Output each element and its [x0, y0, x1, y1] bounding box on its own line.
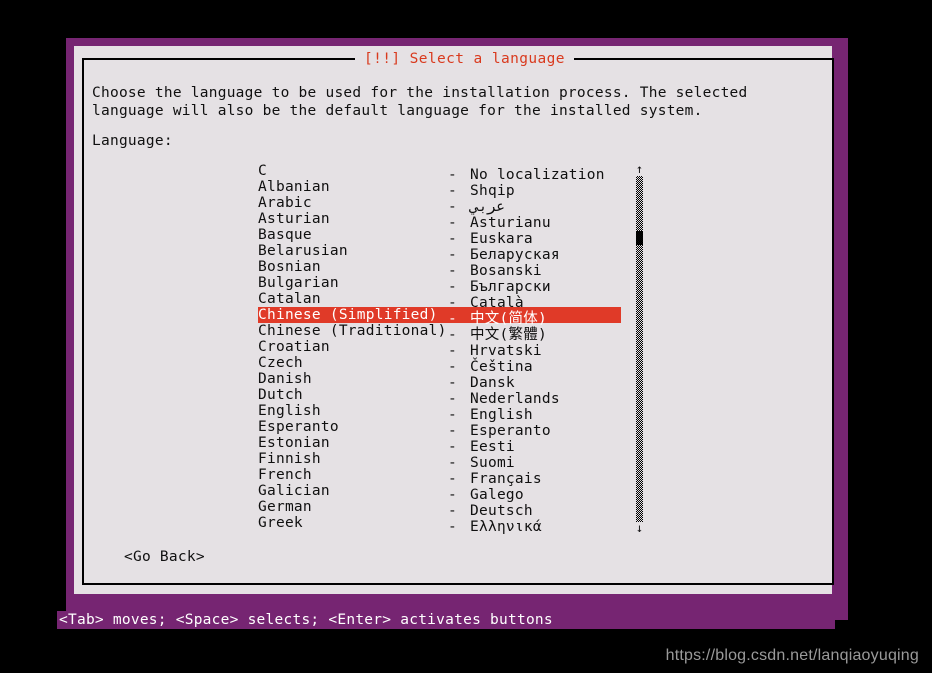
language-list-item[interactable]: Chinese (Simplified) - 中文(简体): [258, 307, 621, 327]
language-separator: -: [448, 519, 457, 535]
language-list-item[interactable]: French - Français: [258, 467, 626, 487]
language-list-item[interactable]: Catalan - Català: [258, 291, 626, 311]
language-name-english: Chinese (Simplified): [258, 307, 438, 323]
language-name-english: Bulgarian: [258, 275, 339, 291]
language-list-scrollbar[interactable]: ↑ ↓: [634, 163, 645, 535]
language-name-english: Bosnian: [258, 259, 321, 275]
watermark-url: https://blog.csdn.net/lanqiaoyuqing: [665, 647, 919, 664]
language-name-english: German: [258, 499, 312, 515]
language-field-label: Language:: [92, 133, 173, 149]
language-name-english: Dutch: [258, 387, 303, 403]
language-name-english: Estonian: [258, 435, 330, 451]
language-list-item[interactable]: Arabic - عربي: [258, 195, 626, 215]
language-name-english: Croatian: [258, 339, 330, 355]
language-list-item[interactable]: Greek - Ελληνικά: [258, 515, 626, 535]
language-name-english: Greek: [258, 515, 303, 531]
language-name-english: Belarusian: [258, 243, 348, 259]
dialog-description: Choose the language to be used for the i…: [92, 85, 757, 119]
language-list-item[interactable]: Belarusian - Беларуская: [258, 243, 626, 263]
language-list-item[interactable]: Albanian - Shqip: [258, 179, 626, 199]
language-name-english: English: [258, 403, 321, 419]
language-list-item[interactable]: Danish - Dansk: [258, 371, 626, 391]
scroll-down-arrow-icon[interactable]: ↓: [634, 522, 645, 535]
scrollbar-track[interactable]: [636, 176, 643, 522]
installer-screen: [!!] Select a language Choose the langua…: [0, 0, 932, 673]
language-list-item[interactable]: Basque - Euskara: [258, 227, 626, 247]
language-name-english: Esperanto: [258, 419, 339, 435]
language-list-item[interactable]: Bosnian - Bosanski: [258, 259, 626, 279]
language-list-item[interactable]: Asturian - Asturianu: [258, 211, 626, 231]
language-name-native: Ελληνικά: [470, 519, 542, 535]
language-list-item[interactable]: C - No localization: [258, 163, 626, 183]
language-name-english: Asturian: [258, 211, 330, 227]
go-back-button[interactable]: <Go Back>: [124, 548, 205, 566]
language-list-item[interactable]: Esperanto - Esperanto: [258, 419, 626, 439]
language-list-item[interactable]: Croatian - Hrvatski: [258, 339, 626, 359]
language-name-english: Albanian: [258, 179, 330, 195]
language-list-item[interactable]: English - English: [258, 403, 626, 423]
keyboard-help-bar: <Tab> moves; <Space> selects; <Enter> ac…: [57, 611, 835, 629]
language-name-english: Basque: [258, 227, 312, 243]
language-list-item[interactable]: Galician - Galego: [258, 483, 626, 503]
scroll-up-arrow-icon[interactable]: ↑: [634, 163, 645, 176]
language-list-item[interactable]: Finnish - Suomi: [258, 451, 626, 471]
language-name-english: Arabic: [258, 195, 312, 211]
language-name-english: French: [258, 467, 312, 483]
language-list-item[interactable]: German - Deutsch: [258, 499, 626, 519]
dialog-title: [!!] Select a language: [355, 50, 574, 68]
language-list-item[interactable]: Estonian - Eesti: [258, 435, 626, 455]
language-name-english: Chinese (Traditional): [258, 323, 447, 339]
language-list-item[interactable]: Dutch - Nederlands: [258, 387, 626, 407]
language-list-item[interactable]: Czech - Čeština: [258, 355, 626, 375]
scrollbar-thumb[interactable]: [636, 231, 643, 245]
language-name-english: C: [258, 163, 267, 179]
language-name-english: Galician: [258, 483, 330, 499]
language-list[interactable]: C - No localization Albanian - Shqip Arabic - عر…: [258, 163, 626, 535]
language-list-item[interactable]: Chinese (Traditional)- 中文(繁體): [258, 323, 626, 343]
language-name-english: Danish: [258, 371, 312, 387]
language-name-english: Czech: [258, 355, 303, 371]
language-name-english: Catalan: [258, 291, 321, 307]
language-list-item[interactable]: Bulgarian - Български: [258, 275, 626, 295]
language-name-english: Finnish: [258, 451, 321, 467]
